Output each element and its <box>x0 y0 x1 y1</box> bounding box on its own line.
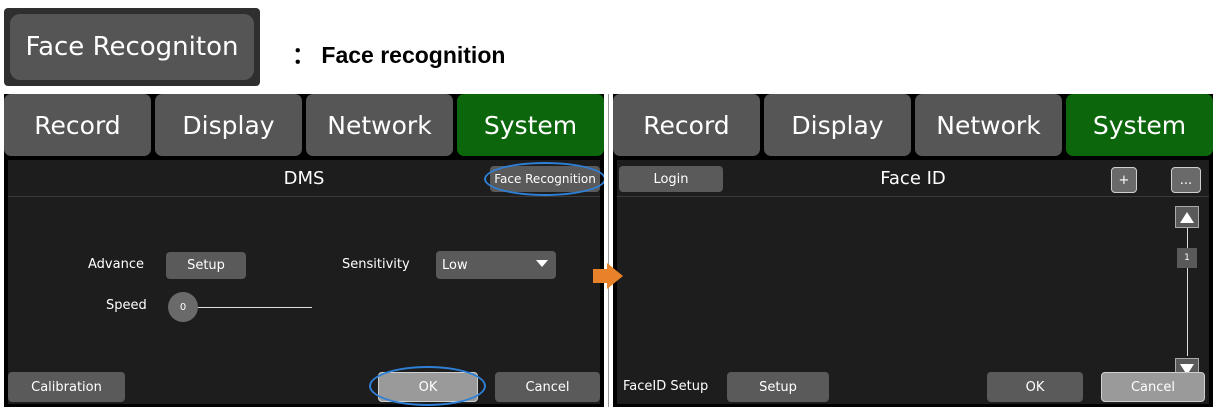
calibration-button[interactable]: Calibration <box>8 372 125 402</box>
tab-system[interactable]: System <box>457 94 604 156</box>
scroll-up-button[interactable] <box>1175 206 1199 228</box>
faceid-setup-label: FaceID Setup <box>623 379 709 394</box>
screen-divider-line <box>608 94 609 407</box>
caption-text: ： Face recognition <box>292 36 505 70</box>
face-recognition-caption-button: Face Recogniton <box>4 8 260 86</box>
chevron-down-icon <box>536 260 548 267</box>
tab-record[interactable]: Record <box>4 94 151 156</box>
advance-label: Advance <box>88 257 144 272</box>
tab-network[interactable]: Network <box>915 94 1062 156</box>
face-id-panel: Face ID Login + ... 1 FaceID Setup Setup… <box>617 160 1209 404</box>
add-button[interactable]: + <box>1111 167 1137 193</box>
sensitivity-value: Low <box>442 257 468 273</box>
speed-label: Speed <box>106 298 147 313</box>
tab-network[interactable]: Network <box>306 94 453 156</box>
highlight-ellipse <box>484 162 604 196</box>
login-button[interactable]: Login <box>619 166 723 192</box>
cancel-button[interactable]: Cancel <box>1101 372 1205 402</box>
dms-panel: DMS Face Recognition Advance Setup Sensi… <box>8 160 604 406</box>
page-indicator: 1 <box>1177 248 1197 268</box>
speed-slider-track[interactable] <box>198 307 312 308</box>
sensitivity-label: Sensitivity <box>342 257 410 272</box>
tab-record[interactable]: Record <box>613 94 760 156</box>
caption-button-label: Face Recogniton <box>10 14 254 80</box>
tab-system[interactable]: System <box>1066 94 1213 156</box>
more-button[interactable]: ... <box>1171 167 1201 193</box>
main-tabs: Record Display Network System <box>4 94 604 156</box>
caption-description: Face recognition <box>321 42 506 68</box>
ok-highlight-ellipse <box>369 366 486 406</box>
caption-separator: ： <box>292 42 315 68</box>
advance-setup-button[interactable]: Setup <box>166 252 246 279</box>
main-tabs: Record Display Network System <box>613 94 1213 156</box>
faceid-setup-button[interactable]: Setup <box>727 372 829 402</box>
sensitivity-select[interactable]: Low <box>436 251 556 279</box>
speed-slider-knob[interactable]: 0 <box>168 292 198 322</box>
face-id-screen: Record Display Network System Face ID Lo… <box>613 94 1213 407</box>
arrow-up-icon <box>1180 212 1194 223</box>
tab-display[interactable]: Display <box>155 94 302 156</box>
tab-display[interactable]: Display <box>764 94 911 156</box>
dms-screen: Record Display Network System DMS Face R… <box>4 94 604 407</box>
cancel-button[interactable]: Cancel <box>495 372 600 402</box>
ok-button[interactable]: OK <box>987 372 1083 402</box>
arrow-right-icon <box>593 263 623 289</box>
